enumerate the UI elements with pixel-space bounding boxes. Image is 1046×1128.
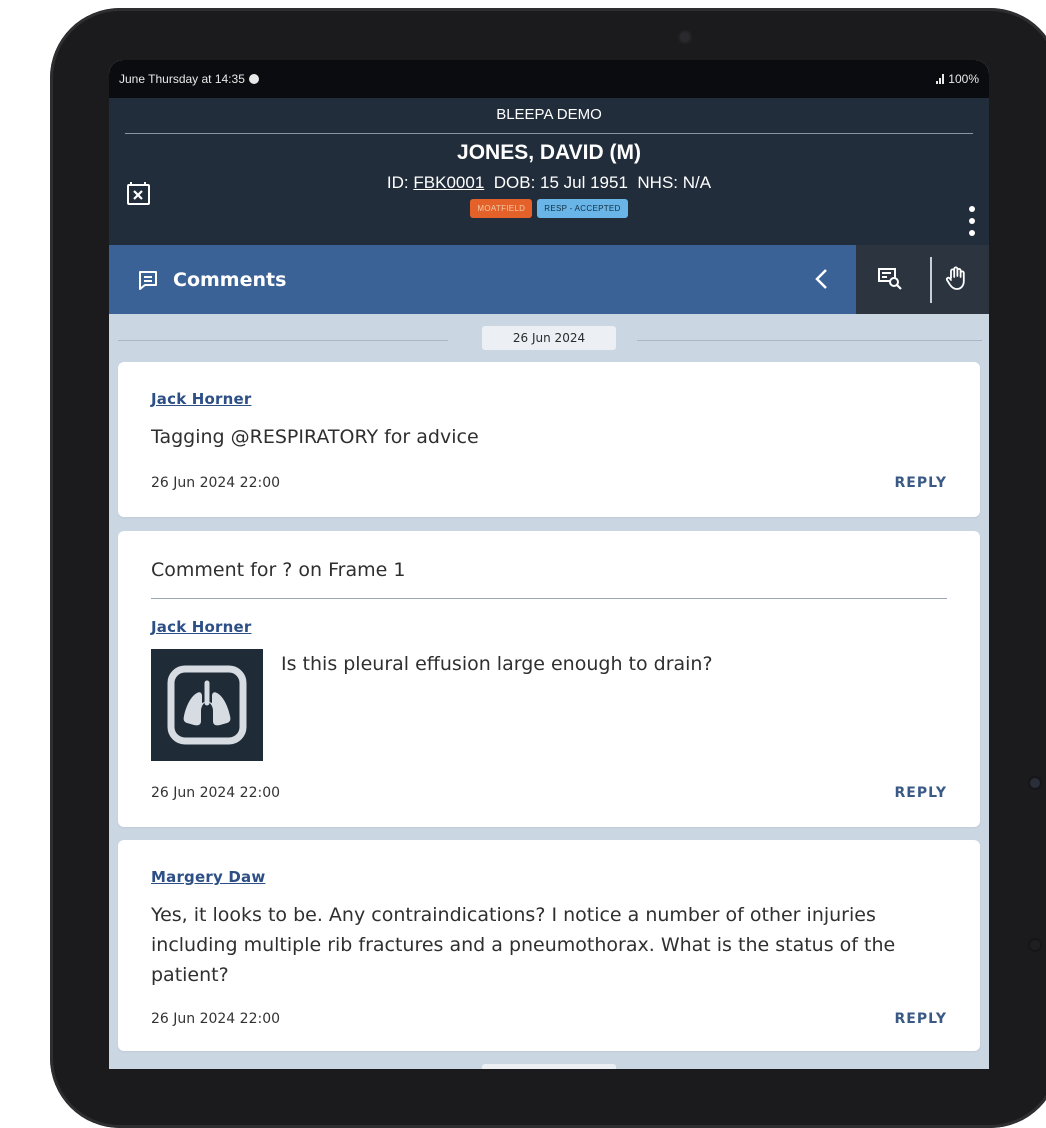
comment-author[interactable]: Margery Daw bbox=[151, 868, 265, 886]
status-bar: June Thursday at 14:35 100% bbox=[109, 60, 989, 98]
comment-card: Comment for ? on Frame 1 Jack Horner Is … bbox=[118, 531, 980, 827]
id-label: ID: bbox=[386, 173, 409, 192]
comments-feed[interactable]: 26 Jun 2024 Jack Horner Tagging @RESPIRA… bbox=[109, 314, 989, 1069]
date-separator: 26 Jun 2024 bbox=[109, 314, 989, 360]
side-sensor bbox=[1030, 940, 1040, 950]
chevron-left-icon bbox=[815, 269, 827, 289]
camera-dot bbox=[680, 32, 690, 42]
comment-author[interactable]: Jack Horner bbox=[151, 390, 252, 408]
signal-icon bbox=[936, 74, 945, 84]
patient-name: JONES, DAVID (M) bbox=[457, 141, 641, 164]
comment-timestamp: 26 Jun 2024 22:00 bbox=[151, 475, 281, 491]
reply-button[interactable]: REPLY bbox=[895, 1011, 947, 1027]
patient-id-link[interactable]: FBK0001 bbox=[413, 173, 484, 192]
patient-header: BLEEPA DEMO JONES, DAVID (M) ID: FBK0001… bbox=[109, 98, 989, 245]
section-bar: Comments bbox=[109, 245, 989, 314]
patient-identifiers: ID: FBK0001 DOB: 15 Jul 1951 NHS: N/A bbox=[109, 173, 989, 193]
comment-card: Margery Daw Yes, it looks to be. Any con… bbox=[118, 840, 980, 1051]
comment-text: Tagging @RESPIRATORY for advice bbox=[151, 426, 479, 448]
comments-section-header: Comments bbox=[109, 245, 856, 314]
comment-card: Jack Horner Tagging @RESPIRATORY for adv… bbox=[118, 362, 980, 517]
section-tools bbox=[856, 245, 989, 314]
hand-icon bbox=[946, 266, 965, 290]
frame-thumbnail[interactable] bbox=[151, 649, 263, 761]
battery-level: 100% bbox=[948, 72, 979, 86]
section-title: Comments bbox=[173, 268, 287, 291]
comment-text: Is this pleural effusion large enough to… bbox=[281, 653, 713, 675]
app-screen: June Thursday at 14:35 100% BLEEPA DEMO … bbox=[109, 60, 989, 1069]
dob-text: DOB: 15 Jul 1951 bbox=[493, 173, 628, 192]
more-options-button[interactable] bbox=[969, 206, 975, 236]
pan-hand-button[interactable] bbox=[944, 265, 968, 295]
location-badge: MOATFIELD bbox=[470, 199, 533, 218]
status-badge: RESP - ACCEPTED bbox=[537, 199, 628, 218]
search-comments-icon bbox=[877, 267, 902, 290]
comment-text: Yes, it looks to be. Any contraindicatio… bbox=[151, 904, 896, 986]
patient-badges: MOATFIELD RESP - ACCEPTED bbox=[109, 199, 989, 218]
frame-divider bbox=[151, 598, 947, 599]
more-vertical-icon bbox=[969, 206, 975, 212]
comment-author[interactable]: Jack Horner bbox=[151, 618, 252, 636]
lungs-icon bbox=[167, 665, 247, 745]
side-sensor bbox=[1030, 778, 1040, 788]
date-chip: 26 Jun 2024 bbox=[482, 326, 616, 350]
search-comments-button[interactable] bbox=[877, 266, 903, 294]
reply-button[interactable]: REPLY bbox=[895, 475, 947, 491]
status-time: June Thursday at 14:35 bbox=[119, 72, 245, 86]
reply-button[interactable]: REPLY bbox=[895, 785, 947, 801]
date-chip bbox=[482, 1064, 616, 1069]
notification-icon bbox=[248, 74, 259, 84]
collapse-button[interactable] bbox=[812, 267, 832, 295]
tools-divider bbox=[930, 257, 932, 303]
comment-timestamp: 26 Jun 2024 22:00 bbox=[151, 785, 281, 801]
app-name: BLEEPA DEMO bbox=[496, 106, 602, 123]
nhs-text: NHS: N/A bbox=[637, 173, 712, 192]
comment-timestamp: 26 Jun 2024 22:00 bbox=[151, 1011, 281, 1027]
frame-comment-title: Comment for ? on Frame 1 bbox=[151, 559, 406, 581]
comment-icon bbox=[137, 269, 159, 291]
header-divider bbox=[125, 133, 973, 134]
